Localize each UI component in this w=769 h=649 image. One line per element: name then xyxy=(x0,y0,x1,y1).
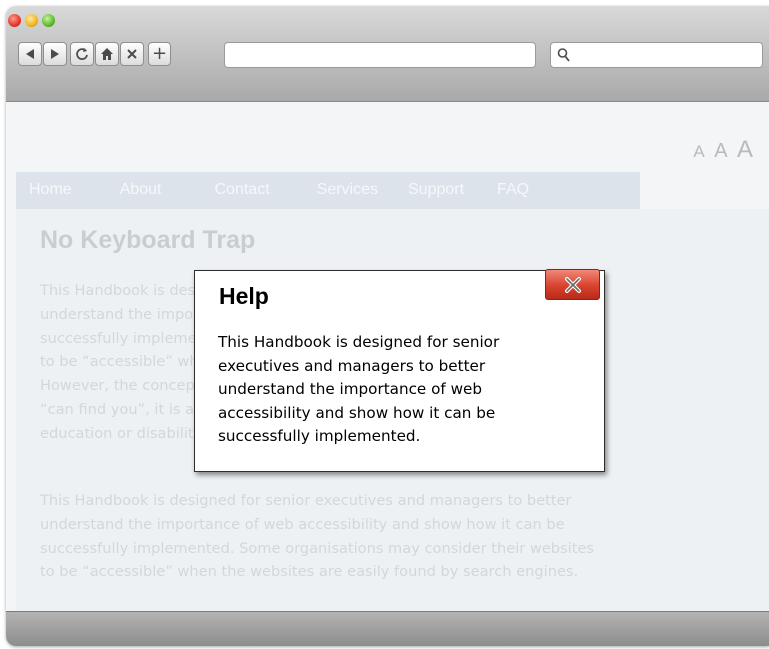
address-bar[interactable] xyxy=(224,42,536,68)
dialog-body: This Handbook is designed for senior exe… xyxy=(218,331,578,449)
text-size-small[interactable]: A xyxy=(693,142,704,162)
dialog-title: Help xyxy=(219,283,269,309)
arrow-left-icon xyxy=(26,49,34,59)
help-dialog: Help This Handbook is designed for senio… xyxy=(194,269,605,472)
reload-icon xyxy=(76,48,88,60)
browser-toolbar: + xyxy=(6,6,769,102)
menu-item-contact[interactable]: Contact xyxy=(215,172,270,209)
close-icon xyxy=(564,276,581,293)
minimize-window-button[interactable] xyxy=(25,14,38,27)
main-menu: Home About Contact Services Support FAQ xyxy=(16,172,640,209)
close-icon xyxy=(127,49,137,59)
dialog-line: accessibility and show how it can be xyxy=(218,403,496,422)
search-icon xyxy=(557,48,570,62)
search-input[interactable] xyxy=(550,42,763,68)
paragraph-line: This Handbook is designed for senior exe… xyxy=(40,492,572,509)
paragraph-line: successfully implemented. Some organisat… xyxy=(40,539,595,557)
reload-button[interactable] xyxy=(70,42,94,66)
stop-button[interactable] xyxy=(120,42,144,66)
paragraph-line: to be “accessible” when the websites are… xyxy=(40,563,579,581)
dialog-line: understand the importance of web xyxy=(218,380,482,398)
new-tab-button[interactable]: + xyxy=(148,42,171,66)
dialog-line: executives and managers to better xyxy=(218,356,486,375)
dialog-line: successfully implemented. xyxy=(218,427,421,445)
paragraph-2: This Handbook is designed for senior exe… xyxy=(40,489,740,584)
close-window-button[interactable] xyxy=(8,14,21,27)
menu-item-support[interactable]: Support xyxy=(408,172,464,209)
menu-item-home[interactable]: Home xyxy=(29,172,72,209)
dialog-close-button[interactable] xyxy=(545,269,600,300)
home-icon xyxy=(101,48,113,60)
menu-item-faq[interactable]: FAQ xyxy=(497,172,529,209)
page-title: No Keyboard Trap xyxy=(40,226,256,254)
home-button[interactable] xyxy=(95,42,119,66)
plus-icon: + xyxy=(151,43,168,64)
text-size-medium[interactable]: A xyxy=(714,140,727,163)
back-button[interactable] xyxy=(18,42,42,66)
text-size-controls: A A A xyxy=(688,136,753,164)
menu-item-about[interactable]: About xyxy=(120,172,162,209)
forward-button[interactable] xyxy=(43,42,67,66)
text-size-large[interactable]: A xyxy=(737,136,753,164)
browser-status-bar xyxy=(6,611,769,646)
menu-item-services[interactable]: Services xyxy=(317,172,378,209)
dialog-line: This Handbook is designed for senior xyxy=(218,333,500,351)
arrow-right-icon xyxy=(51,49,59,59)
paragraph-line: understand the importance of web accessi… xyxy=(40,515,565,533)
maximize-window-button[interactable] xyxy=(42,14,55,27)
